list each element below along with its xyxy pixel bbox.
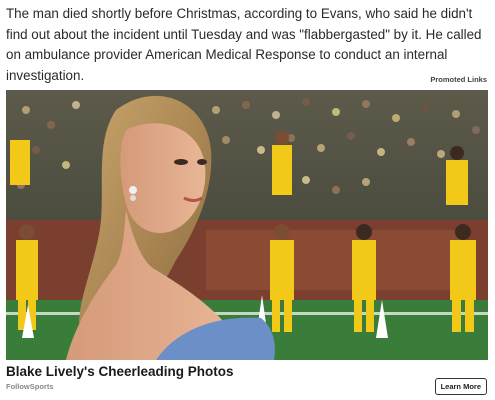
ad-photo — [6, 90, 488, 360]
ad-source: FollowSports — [6, 382, 54, 391]
promoted-links-label: Promoted Links — [430, 75, 487, 84]
ad-image[interactable] — [6, 90, 488, 360]
article-paragraph: The man died shortly before Christmas, a… — [6, 6, 482, 83]
learn-more-button[interactable]: Learn More — [434, 378, 487, 395]
ad-title[interactable]: Blake Lively's Cheerleading Photos — [6, 364, 234, 379]
